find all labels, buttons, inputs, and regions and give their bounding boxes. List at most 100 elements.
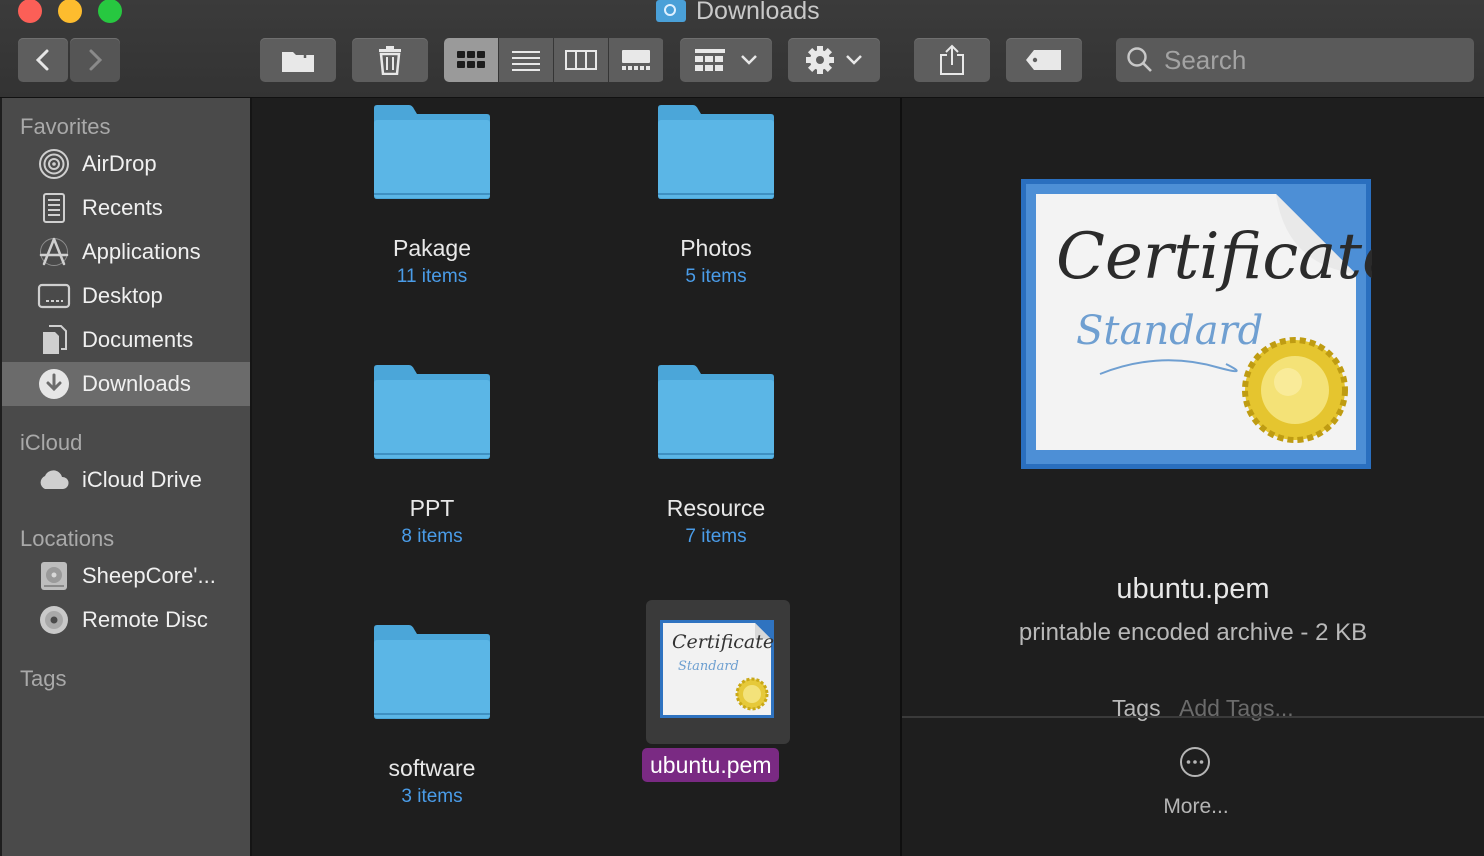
sidebar-item-airdrop[interactable]: AirDrop: [2, 142, 250, 186]
item-count: 8 items: [401, 526, 463, 547]
item-count: 5 items: [685, 266, 747, 287]
sidebar-item-label: Downloads: [82, 371, 191, 396]
forward-button[interactable]: [70, 38, 120, 82]
certificate-heading-text: Certificate: [672, 631, 774, 653]
gear-icon: [806, 46, 834, 74]
more-button[interactable]: More...: [902, 795, 1484, 819]
desktop-icon: [36, 278, 72, 314]
certificate-subheading-text: Standard: [678, 659, 739, 674]
gallery-icon: [622, 50, 650, 70]
favorites-header: Favorites: [20, 114, 111, 139]
folder-icon: [374, 625, 490, 719]
file-name: Pakage: [392, 235, 471, 261]
tag-icon: [1026, 50, 1061, 70]
list-view-button[interactable]: [499, 38, 553, 82]
locations-header: Locations: [20, 526, 115, 551]
certificate-file-item[interactable]: Certificate Standard: [658, 614, 778, 720]
file-name: Photos: [680, 235, 752, 261]
folder-icon: [658, 105, 774, 199]
chevron-down-icon: [741, 55, 757, 65]
back-button[interactable]: [18, 38, 68, 82]
sidebar-item-documents[interactable]: Documents: [2, 318, 250, 362]
folder-icon: [658, 365, 774, 459]
certificate-preview-icon: Certificate Standard: [1021, 179, 1372, 469]
sidebar-item-label: SheepCore'...: [82, 563, 216, 588]
sidebar: Favorites AirDrop Recents Applications D…: [2, 98, 252, 856]
search-field[interactable]: [1116, 38, 1474, 82]
certificate-icon: Certificate Standard: [660, 620, 774, 718]
preview-pane: Certificate Standard ubuntu.pem printabl…: [902, 98, 1484, 856]
search-input[interactable]: [1162, 43, 1466, 77]
file-icon-grid: Pakage 11 items Photos 5 items PPT 8 ite…: [252, 98, 900, 856]
folder-icon: [374, 105, 490, 199]
sidebar-item-applications[interactable]: Applications: [2, 230, 250, 274]
icloud-header: iCloud: [20, 430, 83, 455]
applications-icon: [36, 234, 72, 270]
sidebar-item-desktop[interactable]: Desktop: [2, 274, 250, 318]
folder-item[interactable]: Pakage 11 items: [332, 104, 532, 288]
share-button[interactable]: [914, 38, 990, 82]
file-name: Resource: [666, 495, 766, 521]
folder-item[interactable]: Resource 7 items: [616, 364, 816, 548]
sidebar-item-label: Remote Disc: [82, 607, 208, 632]
sidebar-item-downloads[interactable]: Downloads: [2, 362, 250, 406]
item-count: 3 items: [401, 786, 463, 807]
sidebar-item-label: Recents: [82, 195, 163, 220]
airdrop-icon: [36, 146, 72, 182]
file-name: PPT: [409, 495, 455, 521]
folder-icon: [374, 365, 490, 459]
sidebar-item-label: iCloud Drive: [82, 467, 202, 492]
zoom-window-button[interactable]: [98, 0, 122, 23]
downloads-icon: [36, 366, 72, 402]
sidebar-item-label: Desktop: [82, 283, 163, 308]
sidebar-item-label: Documents: [82, 327, 194, 352]
window-title-text: Downloads: [696, 0, 820, 25]
tags-header: Tags: [20, 666, 67, 691]
downloads-folder-icon: [656, 0, 686, 22]
certificate-heading-text: Certificate: [1056, 220, 1372, 294]
sidebar-item-hard-disk[interactable]: SheepCore'...: [2, 554, 250, 598]
minimize-window-button[interactable]: [58, 0, 82, 23]
preview-file-kind: printable encoded archive - 2 KB: [1018, 619, 1368, 646]
edit-tags-button[interactable]: [1006, 38, 1082, 82]
item-count: 7 items: [685, 526, 747, 547]
group-grid-icon: [695, 49, 725, 71]
view-mode-control: [444, 38, 664, 82]
folder-item[interactable]: software 3 items: [332, 624, 532, 808]
sidebar-item-icloud-drive[interactable]: iCloud Drive: [2, 458, 250, 502]
trash-button[interactable]: [352, 38, 428, 82]
selected-file-name[interactable]: ubuntu.pem: [642, 748, 780, 782]
sidebar-item-label: Applications: [82, 239, 201, 264]
trash-icon: [379, 46, 401, 75]
search-icon: [1127, 47, 1152, 72]
recents-icon: [36, 190, 72, 226]
sidebar-item-recents[interactable]: Recents: [2, 186, 250, 230]
optical-disc-icon: [36, 602, 72, 638]
column-view-button[interactable]: [554, 38, 608, 82]
folder-item[interactable]: PPT 8 items: [332, 364, 532, 548]
cloud-icon: [36, 462, 72, 498]
chevron-right-icon: [89, 49, 103, 71]
more-icon[interactable]: [1179, 746, 1211, 778]
preview-filename: ubuntu.pem: [1116, 573, 1270, 605]
new-folder-icon: [282, 49, 314, 72]
grid-icon: [457, 51, 485, 68]
group-by-button[interactable]: [680, 38, 772, 82]
hard-disk-icon: [36, 558, 72, 594]
chevron-left-icon: [35, 49, 49, 71]
preview-separator: [902, 716, 1484, 718]
gallery-view-button[interactable]: [609, 38, 663, 82]
documents-icon: [36, 322, 72, 358]
new-folder-button[interactable]: [260, 38, 336, 82]
certificate-subheading-text: Standard: [1076, 308, 1263, 354]
folder-item[interactable]: Photos 5 items: [616, 104, 816, 288]
file-name: software: [388, 755, 476, 781]
sidebar-item-label: AirDrop: [82, 151, 157, 176]
icon-view-button[interactable]: [444, 38, 498, 82]
item-count: 11 items: [396, 266, 468, 287]
chevron-down-icon: [846, 55, 862, 65]
action-menu-button[interactable]: [788, 38, 880, 82]
close-window-button[interactable]: [18, 0, 42, 23]
window-title: Downloads: [656, 0, 820, 26]
sidebar-item-remote-disc[interactable]: Remote Disc: [2, 598, 250, 642]
